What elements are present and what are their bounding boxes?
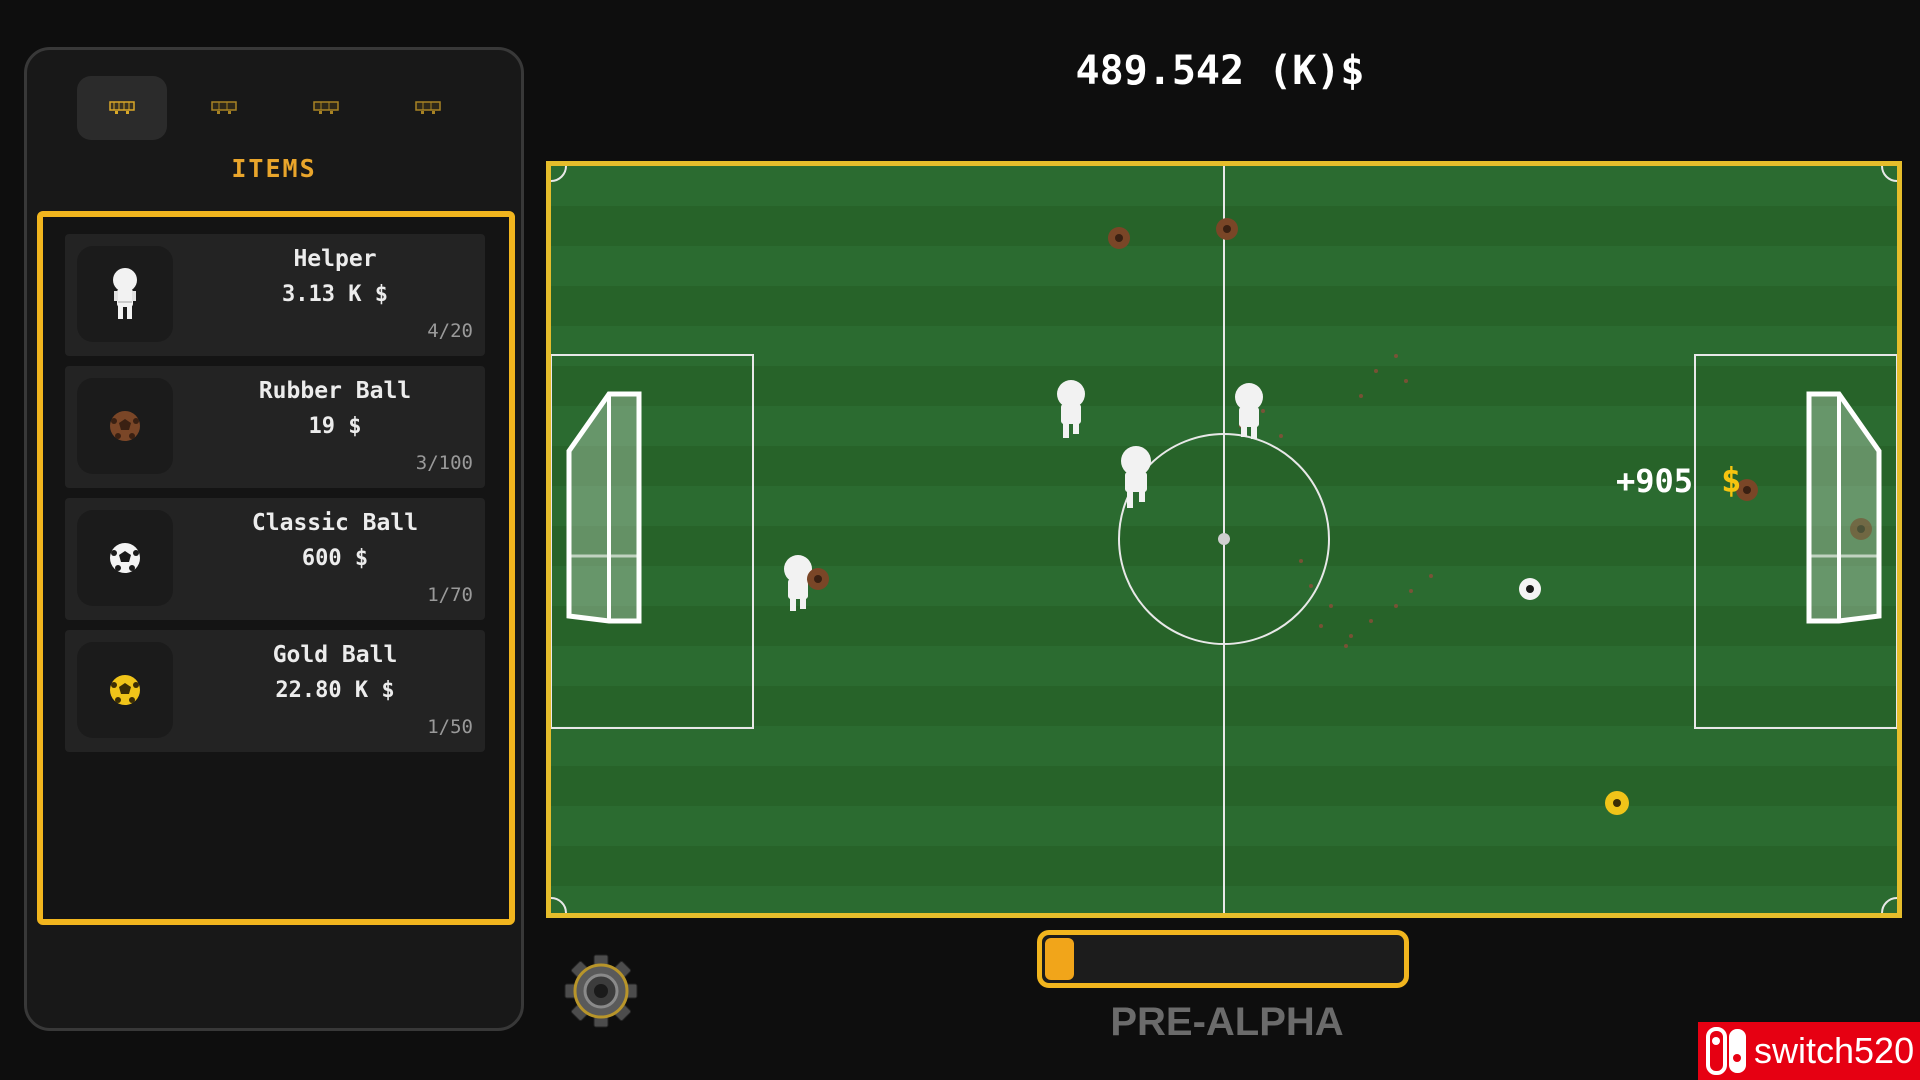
shop-panel: ITEMS Helper 3.13 K $ 4/20 Rubber Ball 1…: [24, 47, 524, 1031]
progress-bar: [1037, 930, 1409, 988]
tab-shop-3[interactable]: [281, 76, 371, 140]
item-price: 3.13 K $: [282, 282, 388, 307]
dollar-icon: $: [1721, 461, 1741, 501]
item-count: 1/50: [427, 716, 473, 738]
watermark-text: switch520: [1754, 1030, 1915, 1071]
item-price: 22.80 K $: [275, 678, 395, 703]
item-card-gold-ball[interactable]: Gold Ball 22.80 K $ 1/50: [65, 630, 485, 752]
rubber-ball-icon: [110, 411, 140, 441]
shop-tab-row: [77, 76, 473, 140]
item-icon-box: [77, 642, 173, 738]
item-count: 4/20: [427, 320, 473, 342]
item-card-helper[interactable]: Helper 3.13 K $ 4/20: [65, 234, 485, 356]
money-display: 489.542 (K)$: [1075, 48, 1365, 94]
tab-items[interactable]: [77, 76, 167, 140]
progress-fill: [1045, 938, 1074, 980]
floating-reward: +905: [1616, 462, 1693, 500]
rubber-ball: [1108, 227, 1130, 249]
item-card-classic-ball[interactable]: Classic Ball 600 $ 1/70: [65, 498, 485, 620]
build-label: PRE-ALPHA: [1110, 1000, 1344, 1044]
classic-ball: [1519, 578, 1541, 600]
soccer-field[interactable]: +905 $: [546, 161, 1902, 918]
item-icon-box: [77, 246, 173, 342]
item-name: Gold Ball: [272, 642, 398, 668]
classic-ball-icon: [110, 543, 140, 573]
center-spot: [1218, 533, 1230, 545]
item-name: Classic Ball: [251, 510, 419, 536]
items-list: Helper 3.13 K $ 4/20 Rubber Ball 19 $ 3/…: [37, 211, 515, 925]
settings-button[interactable]: [562, 952, 640, 1030]
helper-icon: [113, 268, 137, 319]
tab-shop-2[interactable]: [179, 76, 269, 140]
watermark: switch520: [1698, 1022, 1920, 1080]
shop-cart-icon: [313, 101, 339, 114]
item-price: 600 $: [301, 546, 369, 571]
game-screen: ITEMS Helper 3.13 K $ 4/20 Rubber Ball 1…: [0, 0, 1920, 1080]
rubber-ball: [807, 568, 829, 590]
rubber-ball: [1850, 518, 1872, 540]
item-count: 3/100: [415, 452, 473, 474]
item-price: 19 $: [308, 414, 362, 439]
gold-ball: [1605, 791, 1629, 815]
item-icon-box: [77, 510, 173, 606]
shop-cart-icon: [415, 101, 441, 114]
switch-logo-icon: [1706, 1027, 1746, 1075]
gear-icon: [564, 954, 638, 1028]
item-name: Helper: [293, 246, 377, 272]
shop-cart-icon: [211, 101, 237, 114]
item-name: Rubber Ball: [258, 378, 412, 404]
item-card-rubber-ball[interactable]: Rubber Ball 19 $ 3/100: [65, 366, 485, 488]
item-count: 1/70: [427, 584, 473, 606]
tab-shop-4[interactable]: [383, 76, 473, 140]
rubber-ball: [1216, 218, 1238, 240]
panel-title: ITEMS: [231, 154, 317, 183]
gold-ball-icon: [110, 675, 140, 705]
shop-cart-icon: [109, 101, 135, 114]
field-canvas: +905 $: [551, 166, 1897, 913]
item-icon-box: [77, 378, 173, 474]
